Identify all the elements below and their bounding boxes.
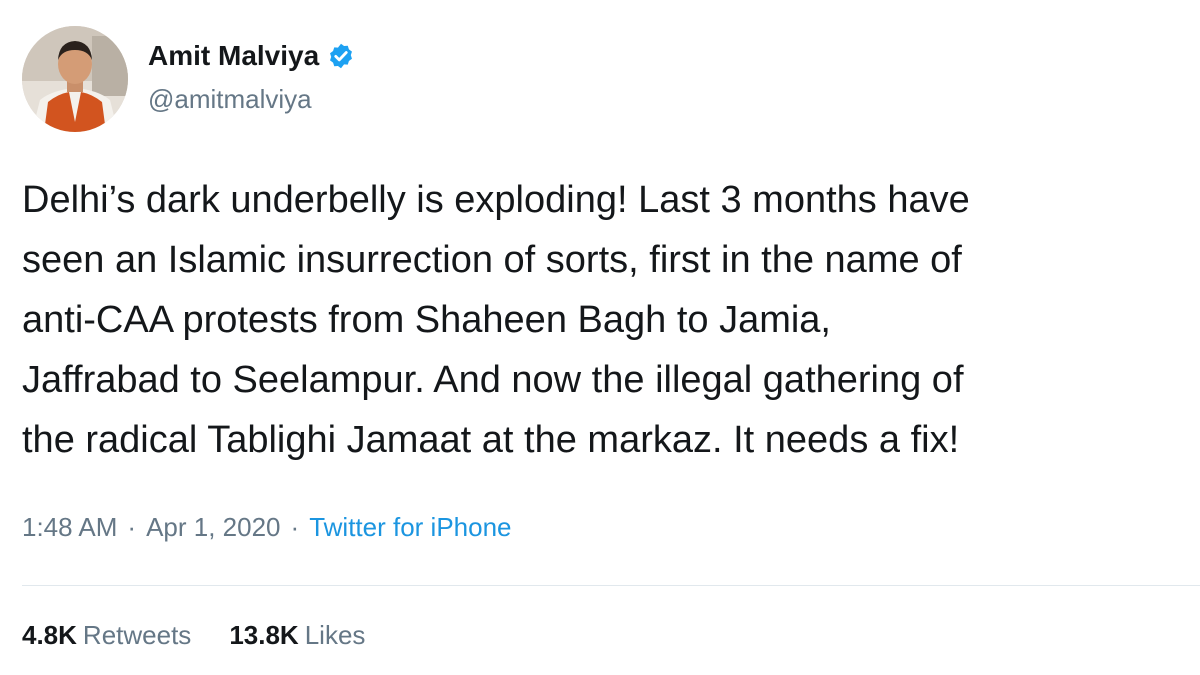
likes-count: 13.8K <box>229 620 299 650</box>
tweet-text-line: the radical Tablighi Jamaat at the marka… <box>22 419 960 461</box>
tweet-text: Delhi’s dark underbelly is exploding! La… <box>22 170 1197 470</box>
separator-dot: · <box>290 512 300 542</box>
likes-label: Likes <box>304 620 366 650</box>
tweet-time[interactable]: 1:48 AM <box>22 512 117 543</box>
tweet-card: Amit Malviya @amitmalviya Delhi’s dark u… <box>0 0 1200 675</box>
avatar[interactable] <box>22 26 128 132</box>
tweet-text-line: Delhi’s dark underbelly is exploding! La… <box>22 179 970 221</box>
separator-dot: · <box>127 512 137 542</box>
user-handle[interactable]: @amitmalviya <box>148 84 312 115</box>
retweets-stat[interactable]: 4.8K Retweets <box>22 620 191 651</box>
likes-stat[interactable]: 13.8K Likes <box>229 620 365 651</box>
tweet-metadata: 1:48 AM · Apr 1, 2020 · Twitter for iPho… <box>22 512 512 543</box>
divider <box>22 585 1200 586</box>
retweets-count: 4.8K <box>22 620 77 650</box>
tweet-text-line: Jaffrabad to Seelampur. And now the ille… <box>22 359 964 401</box>
verified-badge-icon <box>327 42 355 70</box>
tweet-text-line: seen an Islamic insurrection of sorts, f… <box>22 239 962 281</box>
tweet-date[interactable]: Apr 1, 2020 <box>146 512 280 543</box>
tweet-source-link[interactable]: Twitter for iPhone <box>309 512 511 543</box>
tweet-stats: 4.8K Retweets 13.8K Likes <box>22 620 365 651</box>
display-name-text: Amit Malviya <box>148 40 320 71</box>
display-name[interactable]: Amit Malviya <box>148 40 355 72</box>
tweet-text-line: anti-CAA protests from Shaheen Bagh to J… <box>22 299 831 341</box>
retweets-label: Retweets <box>82 620 192 650</box>
avatar-image <box>22 26 128 132</box>
